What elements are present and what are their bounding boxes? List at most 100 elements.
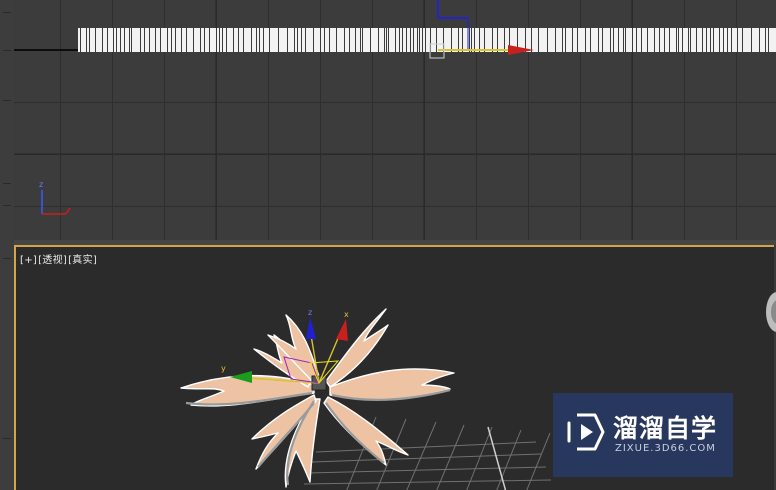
ground-grid [303, 416, 552, 490]
flower-edge-stroke [413, 28, 414, 52]
flower-edge-stroke [181, 28, 182, 52]
flower-edge-stroke [577, 28, 578, 52]
flower-edge-stroke [727, 28, 728, 52]
flower-edge-stroke [654, 28, 655, 52]
flower-edge-stroke [565, 28, 566, 52]
flower-edge-stroke [706, 28, 707, 52]
flower-edge-stroke [324, 28, 325, 52]
flower-edge-stroke [86, 28, 87, 52]
flower-edge-stroke [479, 28, 480, 52]
flower-edge-stroke [690, 28, 691, 52]
flower-edge-stroke [124, 28, 125, 52]
flower-edge-stroke [219, 28, 220, 52]
flower-edge-stroke [410, 28, 411, 52]
flower-edge-stroke [89, 28, 90, 52]
flower-edge-stroke [222, 28, 223, 52]
flower-edge-stroke [320, 28, 321, 52]
watermark: 溜溜自学 ZIXUE.3D66.COM [553, 393, 733, 477]
flower-edge-stroke [742, 28, 743, 52]
flower-edge-stroke [768, 28, 769, 52]
flower-edge-stroke [664, 28, 665, 52]
top-axis-tripod: z [39, 180, 71, 215]
flower-edge-stroke [113, 28, 114, 52]
flower-edge-stroke [399, 28, 400, 52]
flower-edge-stroke [641, 28, 642, 52]
flower-edge-stroke [610, 28, 611, 52]
flower-edge-stroke [167, 28, 168, 52]
flower-edge-stroke [193, 28, 194, 52]
flower-model[interactable] [180, 308, 455, 488]
watermark-title: 溜溜自学 [613, 414, 718, 443]
flower-edge-stroke [497, 28, 498, 52]
flower-edge-stroke [492, 28, 493, 52]
watermark-subtitle: ZIXUE.3D66.COM [615, 443, 716, 454]
top-viewport-canvas: z [14, 0, 776, 240]
flower-edge-stroke [696, 28, 697, 52]
gizmo-y-label: y [221, 364, 226, 373]
flower-edge-stroke [647, 28, 648, 52]
flower-edge-stroke [238, 28, 239, 52]
flower-edge-stroke [336, 28, 337, 52]
flower-edge-stroke [344, 28, 345, 52]
play-hexagon-icon [567, 413, 605, 451]
flower-edge-stroke [107, 28, 108, 52]
flower-edge-stroke [149, 28, 150, 52]
flower-edge-stroke [370, 28, 371, 52]
flower-edge-stroke [305, 28, 306, 52]
flower-edge-stroke [294, 28, 295, 52]
flower-edge-stroke [355, 28, 356, 52]
flower-edge-stroke [263, 28, 264, 52]
flower-edge-stroke [590, 28, 591, 52]
flower-edge-stroke [547, 28, 548, 52]
flower-edge-stroke [751, 28, 752, 52]
flower-edge-stroke [572, 28, 573, 52]
gizmo-z-label: z [308, 308, 312, 317]
flower-edge-stroke [676, 28, 677, 52]
flower-edge-stroke [116, 28, 117, 52]
flower-top-silhouette[interactable] [78, 28, 776, 52]
left-ruler [0, 0, 15, 490]
flower-edge-stroke [216, 28, 217, 52]
flower-edge-stroke [186, 28, 187, 52]
flower-edge-stroke [425, 28, 426, 52]
flower-edge-stroke [278, 28, 279, 52]
flower-edge-stroke [469, 28, 470, 52]
flower-edge-stroke [618, 28, 619, 52]
flower-edge-stroke [395, 28, 396, 52]
flower-edge-stroke [378, 28, 379, 52]
flower-edge-stroke [140, 28, 141, 52]
flower-edge-stroke [759, 28, 760, 52]
flower-edge-stroke [731, 28, 732, 52]
flower-edge-stroke [129, 28, 130, 52]
flower-edge-stroke [458, 28, 459, 52]
flower-edge-stroke [632, 28, 633, 52]
flower-edge-stroke [484, 28, 485, 52]
flower-edge-stroke [160, 28, 161, 52]
flower-edge-stroke [175, 28, 176, 52]
flower-edge-stroke [251, 28, 252, 52]
flower-edge-stroke [623, 28, 624, 52]
flower-edge-stroke [204, 28, 205, 52]
flower-edge-stroke [474, 28, 475, 52]
flower-edge-stroke [613, 28, 614, 52]
flower-edge-stroke [131, 28, 132, 52]
flower-edge-stroke [402, 28, 403, 52]
flower-edge-stroke [417, 28, 418, 52]
flower-edge-stroke [436, 28, 437, 52]
flower-edge-stroke [144, 28, 145, 52]
flower-edge-stroke [598, 28, 599, 52]
flower-edge-stroke [713, 28, 714, 52]
top-axis-z-label: z [39, 180, 43, 189]
flower-edge-stroke [538, 28, 539, 52]
flower-edge-stroke [504, 28, 505, 52]
flower-edge-stroke [171, 28, 172, 52]
flower-edge-stroke [297, 28, 298, 52]
flower-edge-stroke [659, 28, 660, 52]
viewport-top[interactable]: z [14, 0, 776, 240]
flower-edge-stroke [233, 28, 234, 52]
flower-edge-stroke [80, 28, 81, 52]
flower-edge-stroke [313, 28, 314, 52]
flower-edge-stroke [362, 28, 363, 52]
flower-edge-stroke [226, 28, 227, 52]
flower-edge-stroke [765, 28, 766, 52]
